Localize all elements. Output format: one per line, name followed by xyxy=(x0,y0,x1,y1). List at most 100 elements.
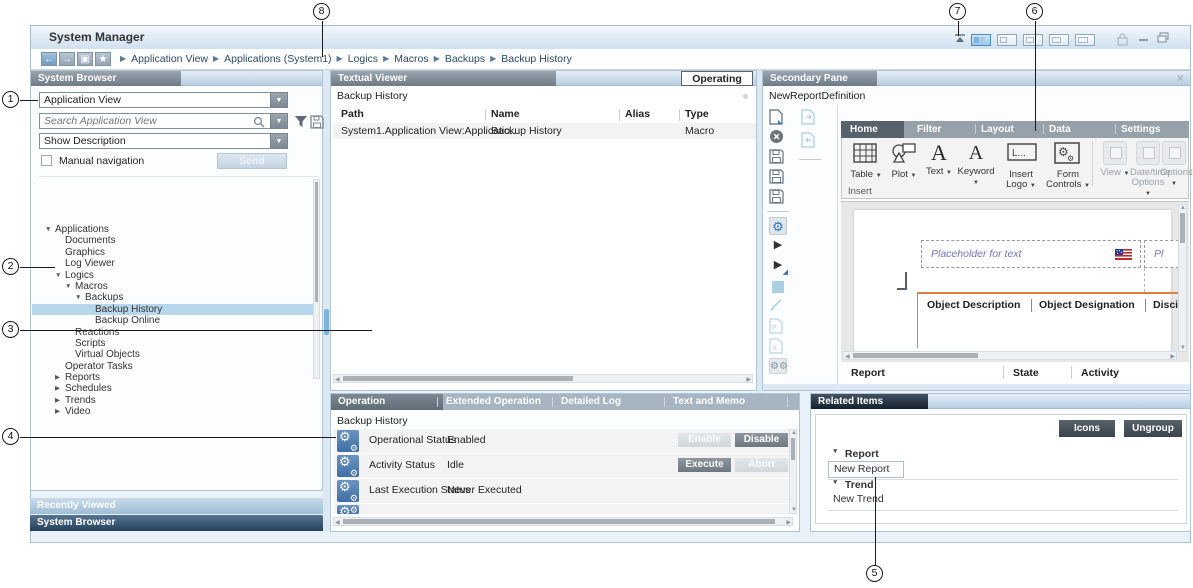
scrollbar-thumb[interactable] xyxy=(791,438,795,460)
layout-single[interactable] xyxy=(1075,34,1095,46)
canvas-vscrollbar[interactable]: ▲ ▼ xyxy=(1178,204,1187,352)
vertical-splitter[interactable] xyxy=(323,70,330,531)
tree-item-documents[interactable]: Documents xyxy=(32,235,315,246)
operation-hscrollbar[interactable]: ◀ ▶ xyxy=(333,517,793,526)
tab-operation[interactable]: Operation xyxy=(331,394,443,410)
scroll-up-icon[interactable]: ▲ xyxy=(791,430,797,436)
column-header-path[interactable]: Path xyxy=(341,108,364,120)
tree-item-log-viewer[interactable]: Log Viewer xyxy=(32,258,315,269)
tree-scrollbar[interactable] xyxy=(313,179,320,379)
expanded-arrow-icon[interactable]: ▼ xyxy=(75,292,85,303)
collapsed-arrow-icon[interactable]: ▶ xyxy=(55,372,65,383)
list-column-activity[interactable]: Activity xyxy=(1081,367,1119,379)
ribbon-button-insert-logo[interactable]: L...Insert Logo ▼ xyxy=(1000,141,1042,191)
column-header-type[interactable]: Type xyxy=(685,108,709,120)
related-item-new-report[interactable]: New Report xyxy=(828,461,904,478)
ribbon-button-plot[interactable]: Plot ▼ xyxy=(886,141,922,181)
related-group-trend[interactable]: ▼ Trend xyxy=(832,479,874,491)
scrollbar-thumb[interactable] xyxy=(343,376,573,381)
layout-two-columns[interactable] xyxy=(1049,34,1069,46)
breadcrumb-item-logics[interactable]: Logics xyxy=(348,53,378,65)
tab-extended-operation[interactable]: Extended Operation xyxy=(446,394,541,410)
search-input[interactable] xyxy=(40,114,287,128)
tree-item-logics[interactable]: ▼Logics xyxy=(32,270,315,281)
tree-item-reports[interactable]: ▶Reports xyxy=(32,372,315,383)
tree-item-operator-tasks[interactable]: Operator Tasks xyxy=(32,361,315,372)
column-header-alias[interactable]: Alias xyxy=(625,108,650,120)
view-selector-combo[interactable]: Application View ▼ xyxy=(39,92,288,108)
back-arrow-icon[interactable]: ← xyxy=(41,52,57,66)
save-as-icon[interactable]: ... xyxy=(769,169,787,187)
collapsed-arrow-icon[interactable]: ▶ xyxy=(55,406,65,417)
minimize-icon[interactable] xyxy=(1139,39,1148,41)
tree-item-backup-online[interactable]: Backup Online xyxy=(32,315,315,326)
tab-text-and-memo[interactable]: Text and Memo xyxy=(673,394,745,410)
breadcrumb-item-applications-system1[interactable]: Applications (System1) xyxy=(224,53,331,65)
ribbon-tab-layout[interactable]: Layout xyxy=(981,121,1014,138)
report-page[interactable] xyxy=(854,210,1171,353)
save-all-icon[interactable] xyxy=(769,189,787,207)
breadcrumb-item-backups[interactable]: Backups xyxy=(445,53,485,65)
scroll-right-icon[interactable]: ▶ xyxy=(1170,353,1175,360)
textual-viewer-hscrollbar[interactable]: ◀ ▶ xyxy=(333,374,753,383)
save-filter-icon[interactable] xyxy=(310,115,326,131)
export-pdf-icon[interactable]: P xyxy=(769,318,787,336)
scroll-left-icon[interactable]: ◀ xyxy=(335,519,340,526)
export-excel-icon[interactable]: X xyxy=(769,338,787,356)
ribbon-button-form-controls[interactable]: ⚙⚙Form Controls ▼ xyxy=(1044,141,1092,191)
related-group-report[interactable]: ▼ Report xyxy=(832,448,879,460)
expanded-arrow-icon[interactable]: ▼ xyxy=(832,448,842,455)
sign-icon[interactable] xyxy=(769,298,787,316)
tree-item-virtual-objects[interactable]: Virtual Objects xyxy=(32,349,315,360)
ribbon-tab-data[interactable]: Data xyxy=(1049,121,1071,138)
abort-button[interactable]: Abort xyxy=(735,458,788,472)
expanded-arrow-icon[interactable]: ▼ xyxy=(55,270,65,281)
display-history-icon[interactable]: ▣ xyxy=(77,52,93,66)
forward-arrow-icon[interactable]: → xyxy=(59,52,75,66)
tree-item-trends[interactable]: ▶Trends xyxy=(32,395,315,406)
icons-button[interactable]: Icons xyxy=(1059,420,1115,437)
scrollbar-thumb[interactable] xyxy=(343,519,775,524)
run-icon[interactable]: ▶ xyxy=(769,238,787,256)
collapse-panel-icon[interactable] xyxy=(954,34,966,43)
layout-left-wide[interactable] xyxy=(997,34,1017,46)
canvas-hscrollbar[interactable]: ◀ ▶ xyxy=(843,351,1177,360)
filter-icon[interactable] xyxy=(294,115,310,131)
splitter-handle[interactable] xyxy=(324,309,329,335)
ungroup-button[interactable]: Ungroup xyxy=(1124,420,1182,437)
import-icon[interactable] xyxy=(801,132,819,150)
tree-item-video[interactable]: ▶Video xyxy=(32,406,315,417)
related-item-new-trend[interactable]: New Trend xyxy=(828,492,889,506)
tree-item-schedules[interactable]: ▶Schedules xyxy=(32,383,315,394)
tree-item-graphics[interactable]: Graphics xyxy=(32,247,315,258)
scroll-down-icon[interactable]: ▼ xyxy=(791,507,797,513)
ribbon-tab-settings[interactable]: Settings xyxy=(1121,121,1160,138)
tab-detailed-log[interactable]: Detailed Log xyxy=(561,394,621,410)
run-options-icon[interactable]: ▶◢ xyxy=(769,258,787,276)
disable-button[interactable]: Disable xyxy=(735,433,788,447)
operation-vscrollbar[interactable]: ▲ ▼ xyxy=(789,429,797,514)
collapsed-arrow-icon[interactable]: ▶ xyxy=(55,395,65,406)
new-report-icon[interactable] xyxy=(769,109,787,127)
list-column-report[interactable]: Report xyxy=(851,367,885,379)
scroll-right-icon[interactable]: ▶ xyxy=(746,376,751,383)
scroll-left-icon[interactable]: ◀ xyxy=(845,353,850,360)
chevron-down-icon[interactable]: ▼ xyxy=(270,113,288,129)
related-gears-icon[interactable]: ⚙⚙ xyxy=(769,358,787,376)
scrollbar-thumb[interactable] xyxy=(1180,213,1185,243)
stop-icon[interactable] xyxy=(769,278,787,296)
manual-navigation-checkbox[interactable] xyxy=(41,155,52,166)
table-row[interactable]: System1.Application View:Applicatio...Ba… xyxy=(333,123,756,139)
tree-item-reactions[interactable]: Reactions xyxy=(32,327,315,338)
tree-item-macros[interactable]: ▼Macros xyxy=(32,281,315,292)
display-mode-combo[interactable]: Show Description ▼ xyxy=(39,133,288,149)
ribbon-tab-home[interactable]: Home xyxy=(841,121,904,138)
ribbon-tab-filter[interactable]: Filter xyxy=(917,121,941,138)
scrollbar-thumb[interactable] xyxy=(853,353,978,358)
tree-scrollbar-thumb[interactable] xyxy=(315,182,318,302)
breadcrumb-item-application-view[interactable]: Application View xyxy=(131,53,208,65)
breadcrumb-item-backup-history[interactable]: Backup History xyxy=(501,53,572,65)
tree-item-applications[interactable]: ▼Applications xyxy=(32,224,315,235)
close-icon[interactable]: ✕ xyxy=(1176,72,1185,85)
ribbon-button-options[interactable]: Options ▼ xyxy=(1160,141,1188,189)
